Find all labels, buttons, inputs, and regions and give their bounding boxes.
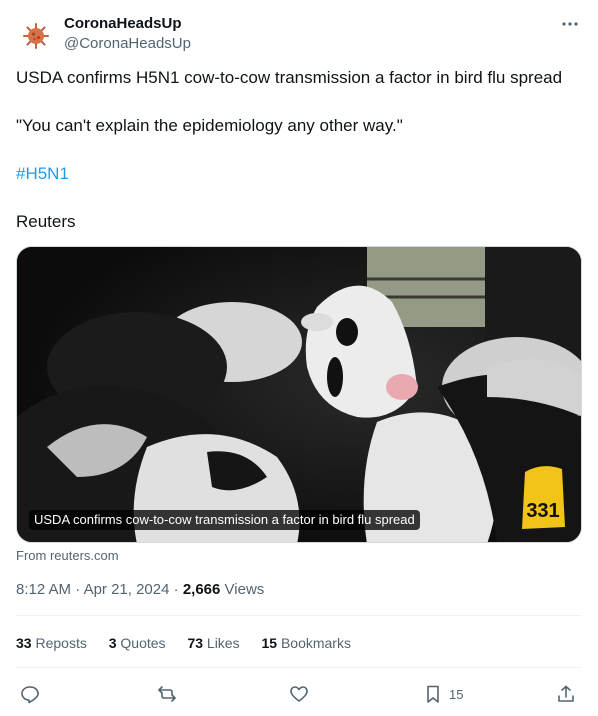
tweet-time[interactable]: 8:12 AM [16, 581, 71, 598]
avatar[interactable] [16, 16, 56, 56]
cows-photo: 331 [17, 247, 581, 542]
meta-separator: · [71, 581, 84, 598]
meta-separator-2: · [169, 581, 183, 598]
tweet-meta: 8:12 AM · Apr 21, 2024 · 2,666 Views [16, 580, 264, 600]
bookmark-count: 15 [449, 686, 464, 702]
tweet-date[interactable]: Apr 21, 2024 [84, 581, 170, 598]
divider [16, 667, 582, 668]
tweet-line-source: Reuters [16, 212, 76, 231]
views-count: 2,666 [182, 581, 221, 598]
bookmark-icon [427, 685, 439, 703]
tweet-line-quote: "You can't explain the epidemiology any … [16, 116, 403, 135]
likes-stat[interactable]: 73 Likes [187, 634, 239, 652]
repost-button[interactable] [157, 682, 177, 706]
tweet-header: CoronaHeadsUp @CoronaHeadsUp [16, 12, 582, 56]
heart-icon [290, 686, 308, 702]
bookmark-button[interactable]: 15 [423, 682, 463, 706]
like-button[interactable] [289, 682, 309, 706]
repost-icon [158, 686, 176, 702]
more-options-button[interactable] [558, 14, 582, 34]
user-handle[interactable]: @CoronaHeadsUp [64, 34, 191, 54]
views-label: Views [224, 581, 265, 598]
tweet-line-headline: USDA confirms H5N1 cow-to-cow transmissi… [16, 68, 563, 87]
share-button[interactable] [556, 682, 576, 706]
hashtag-link[interactable]: #H5N1 [16, 162, 69, 186]
virus-icon [23, 23, 49, 49]
reply-icon [21, 686, 39, 704]
share-icon [558, 685, 574, 702]
ear-tag-number: 331 [526, 500, 559, 522]
quotes-stat[interactable]: 3 Quotes [109, 634, 166, 652]
action-bar: 15 [16, 680, 582, 708]
more-icon [562, 22, 578, 26]
engagement-stats: 33 Reposts 3 Quotes 73 Likes 15 Bookmark… [16, 634, 369, 652]
divider [16, 615, 582, 616]
reposts-stat[interactable]: 33 Reposts [16, 634, 87, 652]
card-caption: USDA confirms cow-to-cow transmission a … [29, 510, 420, 530]
reply-button[interactable] [20, 682, 40, 706]
link-card[interactable]: 331 USDA confirms cow-to-cow transmissio… [16, 246, 582, 543]
display-name[interactable]: CoronaHeadsUp [64, 14, 191, 34]
author-names: CoronaHeadsUp @CoronaHeadsUp [64, 14, 191, 54]
bookmarks-stat[interactable]: 15 Bookmarks [261, 634, 351, 652]
card-source[interactable]: From reuters.com [16, 548, 119, 563]
